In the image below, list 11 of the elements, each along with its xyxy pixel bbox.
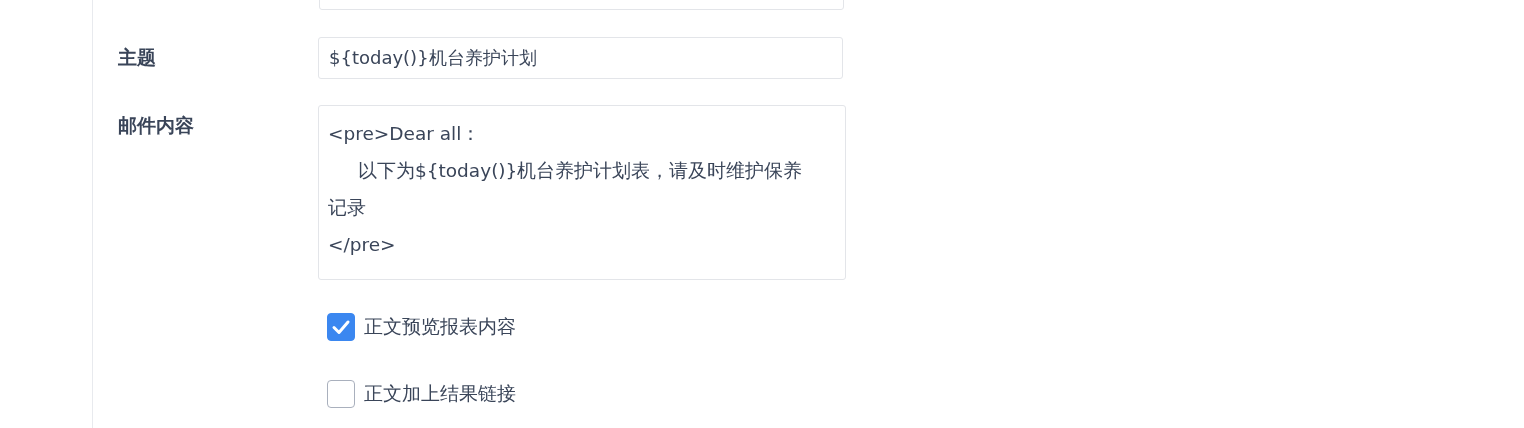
checkbox-label[interactable]: 正文加上结果链接 xyxy=(364,381,516,407)
text-line: <pre>Dear all： xyxy=(328,122,482,146)
checkbox[interactable] xyxy=(327,313,355,341)
subject-field[interactable]: ${today()}机台养护计划 xyxy=(318,37,843,79)
text-line: 以下为${today()}机台养护计划表，请及时维护保养记录 xyxy=(328,159,804,220)
checkbox-label[interactable]: 正文预览报表内容 xyxy=(364,314,516,340)
field-label: 邮件内容 xyxy=(117,113,195,138)
email-body-field[interactable]: <pre>Dear all： 以下为${today()}机台养护计划表，请及时维护保养记录 </pre> xyxy=(318,105,846,280)
text-line: </pre> xyxy=(328,233,397,257)
checkbox[interactable] xyxy=(327,380,355,408)
field-label: 主题 xyxy=(117,45,157,70)
